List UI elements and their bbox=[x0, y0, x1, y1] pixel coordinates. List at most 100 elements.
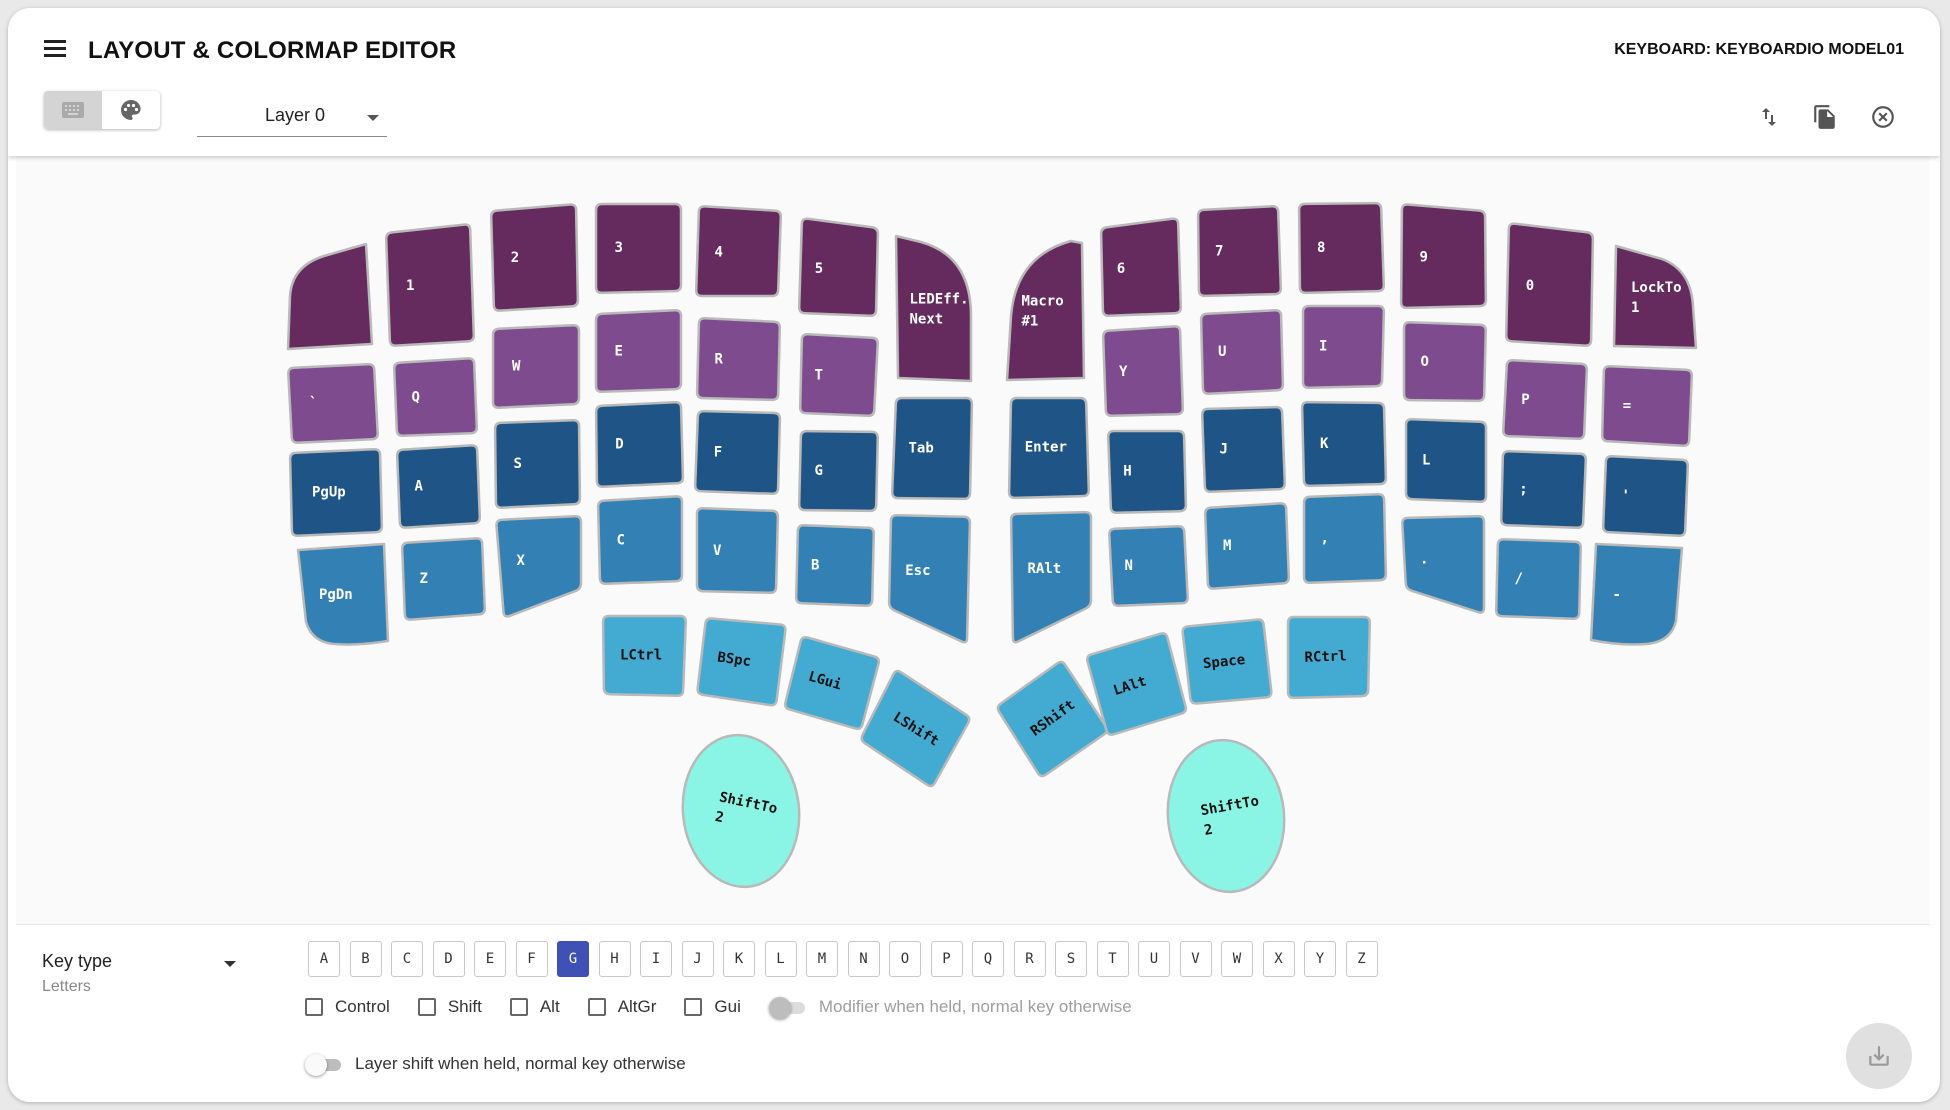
keycap-shape[interactable] bbox=[392, 357, 479, 438]
key-r-t0[interactable]: RShift bbox=[996, 660, 1109, 778]
keycap-shape[interactable] bbox=[1399, 203, 1488, 310]
letter-button-h[interactable]: H bbox=[598, 941, 631, 977]
key-l-t1[interactable]: BSpc bbox=[696, 617, 787, 707]
keycap-shape[interactable] bbox=[695, 317, 782, 402]
keycap-shape[interactable] bbox=[395, 444, 482, 529]
keycap-shape[interactable] bbox=[1005, 239, 1086, 382]
keycap-shape[interactable] bbox=[797, 217, 880, 318]
dual-use-layer-toggle[interactable]: Layer shift when held, normal key otherw… bbox=[305, 1054, 686, 1076]
checkbox[interactable] bbox=[684, 998, 703, 1016]
key-r-palm[interactable]: ShiftTo2 bbox=[1160, 734, 1291, 897]
keycap-shape[interactable] bbox=[491, 324, 581, 409]
keycap-shape[interactable] bbox=[1502, 359, 1589, 441]
key-l-r0c2[interactable]: 2 bbox=[489, 203, 580, 312]
letter-button-n[interactable]: N bbox=[847, 941, 880, 977]
key-r-r3c4[interactable]: . bbox=[1401, 514, 1486, 614]
save-button[interactable] bbox=[1846, 1023, 1912, 1089]
letter-button-i[interactable]: I bbox=[640, 941, 672, 977]
key-l-r2c3[interactable]: D bbox=[594, 401, 685, 488]
key-r-r3c0[interactable]: RAlt bbox=[1009, 510, 1093, 644]
checkbox[interactable] bbox=[587, 998, 606, 1016]
letter-button-b[interactable]: B bbox=[349, 941, 382, 977]
keycap-shape[interactable] bbox=[493, 418, 582, 509]
clear-layer-button[interactable] bbox=[1868, 102, 1898, 132]
key-r-r1c5[interactable]: P bbox=[1502, 359, 1589, 441]
key-r-r2c6[interactable]: ' bbox=[1601, 455, 1690, 537]
letter-button-q[interactable]: Q bbox=[972, 941, 1004, 977]
layer-select[interactable]: Layer 0 bbox=[197, 92, 387, 137]
key-l-r1c3[interactable]: E bbox=[594, 309, 683, 394]
keycap-shape[interactable] bbox=[384, 223, 476, 347]
key-r-r1c3[interactable]: I bbox=[1301, 304, 1386, 390]
key-l-r1c5[interactable]: T bbox=[798, 333, 879, 418]
toggle-switch[interactable] bbox=[305, 1054, 341, 1076]
letter-button-k[interactable]: K bbox=[723, 941, 755, 977]
modifier-control[interactable]: Control bbox=[305, 997, 390, 1017]
keycap-shape[interactable] bbox=[1160, 734, 1291, 897]
keycap-shape[interactable] bbox=[1499, 449, 1588, 530]
checkbox[interactable] bbox=[509, 998, 528, 1016]
key-r-r3c6[interactable]: - bbox=[1589, 542, 1684, 646]
letter-button-d[interactable]: D bbox=[432, 941, 465, 977]
keycap-shape[interactable] bbox=[594, 309, 683, 394]
letter-button-t[interactable]: T bbox=[1096, 941, 1129, 977]
keycap-shape[interactable] bbox=[694, 205, 783, 298]
keycap-shape[interactable] bbox=[794, 523, 876, 608]
key-l-r1c4[interactable]: R bbox=[695, 317, 782, 402]
key-l-r0c3[interactable]: 3 bbox=[594, 202, 683, 295]
key-l-t3[interactable]: LShift bbox=[860, 669, 971, 788]
key-r-r0c6[interactable]: LockTo 1 bbox=[1612, 244, 1698, 350]
key-l-r2c1[interactable]: A bbox=[395, 444, 482, 529]
keycap-shape[interactable] bbox=[1301, 304, 1386, 390]
key-r-r2c4[interactable]: L bbox=[1404, 417, 1488, 504]
key-l-r2c5[interactable]: G bbox=[797, 429, 880, 513]
key-r-r1c4[interactable]: O bbox=[1402, 320, 1488, 403]
keycap-shape[interactable] bbox=[675, 729, 806, 892]
letter-button-z[interactable]: Z bbox=[1345, 941, 1378, 977]
keycap-shape[interactable] bbox=[489, 203, 580, 312]
copy-layer-button[interactable] bbox=[1810, 102, 1840, 132]
keycap-shape[interactable] bbox=[1589, 542, 1684, 646]
keycap-shape[interactable] bbox=[1600, 365, 1694, 447]
key-l-r0c4[interactable]: 4 bbox=[694, 205, 783, 298]
keycap-shape[interactable] bbox=[594, 401, 685, 488]
key-l-r3c3[interactable]: C bbox=[596, 495, 684, 586]
letter-button-a[interactable]: A bbox=[308, 941, 340, 977]
letter-button-y[interactable]: Y bbox=[1304, 941, 1336, 977]
keycap-shape[interactable] bbox=[1196, 205, 1283, 298]
key-l-r0c0[interactable] bbox=[286, 242, 374, 351]
modifier-gui[interactable]: Gui bbox=[684, 997, 741, 1017]
modifier-altgr[interactable]: AltGr bbox=[587, 997, 656, 1017]
key-r-r2c3[interactable]: K bbox=[1300, 400, 1388, 488]
key-r-r1c2[interactable]: U bbox=[1199, 309, 1285, 395]
key-l-r0c5[interactable]: 5 bbox=[797, 217, 880, 318]
key-l-r1c0[interactable]: ` bbox=[287, 363, 379, 444]
key-r-r2c5[interactable]: ; bbox=[1499, 449, 1588, 530]
import-export-button[interactable] bbox=[1754, 102, 1784, 132]
checkbox[interactable] bbox=[417, 998, 436, 1016]
letter-button-p[interactable]: P bbox=[930, 941, 963, 977]
dual-use-modifier-toggle[interactable]: Modifier when held, normal key otherwise bbox=[768, 997, 1132, 1019]
key-l-palm[interactable]: ShiftTo2 bbox=[675, 729, 806, 892]
keycap-shape[interactable] bbox=[1108, 524, 1189, 608]
keycap-shape[interactable] bbox=[1302, 492, 1388, 585]
keycap-shape[interactable] bbox=[1300, 400, 1388, 488]
key-r-r0c1[interactable]: 6 bbox=[1099, 217, 1183, 318]
key-r-r3c2[interactable]: M bbox=[1203, 502, 1291, 590]
keycap-shape[interactable] bbox=[1612, 244, 1698, 350]
key-r-r1c6[interactable]: = bbox=[1600, 365, 1694, 447]
keycap-shape[interactable] bbox=[1494, 537, 1583, 621]
key-r-r0c0[interactable]: Macro #1 bbox=[1005, 239, 1086, 382]
letter-button-e[interactable]: E bbox=[474, 941, 506, 977]
key-r-r1c1[interactable]: Y bbox=[1101, 325, 1185, 418]
key-l-r3c6[interactable]: Esc bbox=[887, 513, 972, 644]
key-r-r0c5[interactable]: 0 bbox=[1504, 222, 1595, 347]
letter-button-u[interactable]: U bbox=[1138, 941, 1170, 977]
keyboard-mode-button[interactable] bbox=[44, 91, 102, 129]
keycap-shape[interactable] bbox=[495, 515, 583, 618]
key-r-t2[interactable]: Space bbox=[1181, 618, 1273, 705]
letter-button-r[interactable]: R bbox=[1013, 941, 1046, 977]
letter-button-f[interactable]: F bbox=[515, 941, 548, 977]
keycap-shape[interactable] bbox=[596, 495, 684, 586]
checkbox[interactable] bbox=[305, 998, 323, 1016]
